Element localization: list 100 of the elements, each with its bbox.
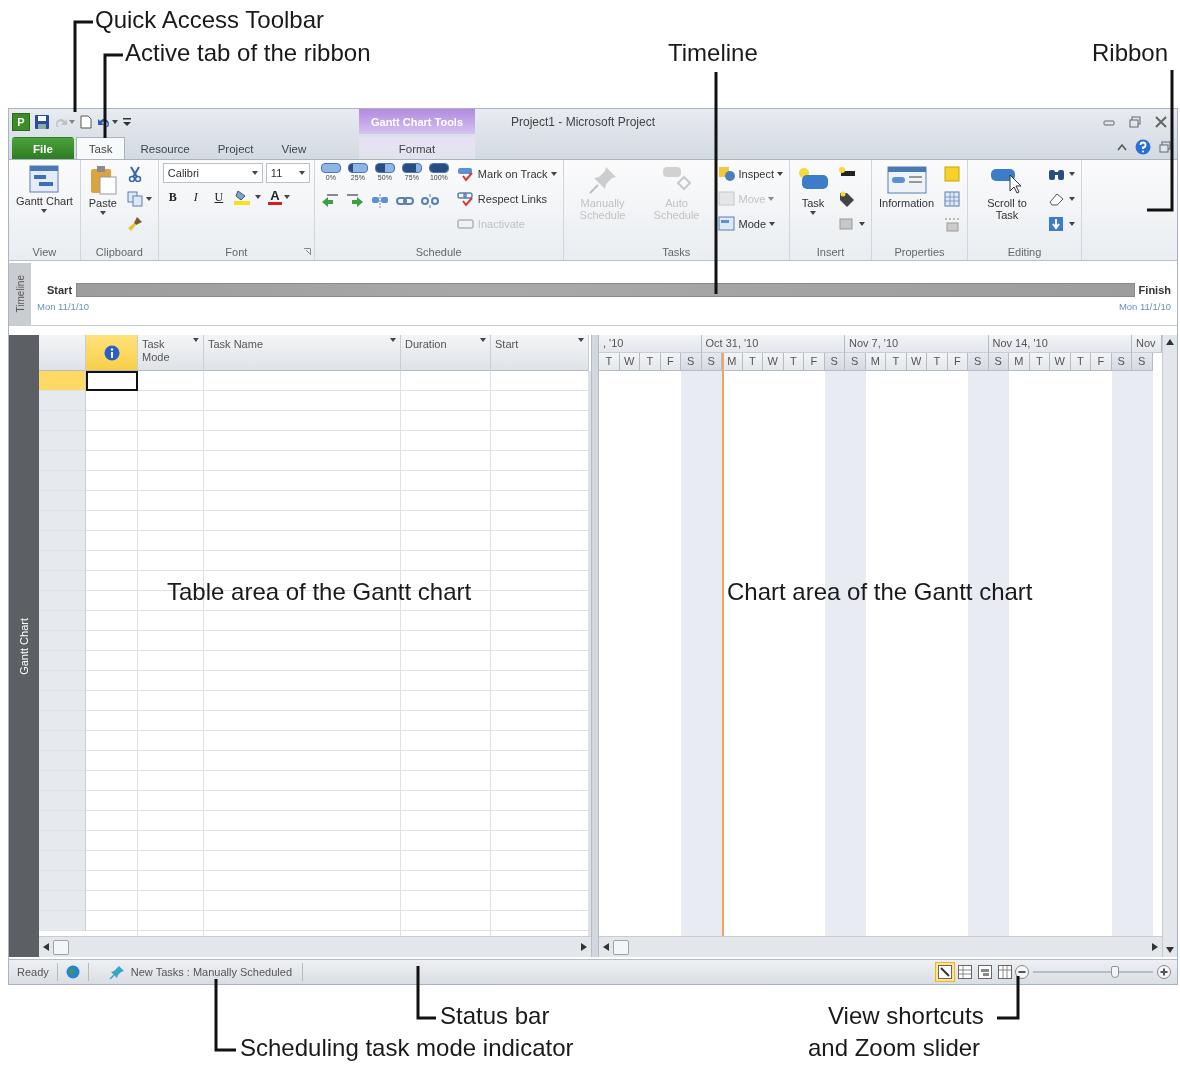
row-header[interactable]: [39, 871, 86, 891]
timescale-cell: T: [783, 353, 804, 371]
row-header[interactable]: [39, 691, 86, 711]
timescale-cell: S: [968, 353, 989, 371]
caret-icon: [298, 171, 305, 175]
callout-label: Chart area of the Gantt chart: [727, 578, 1033, 606]
horizontal-scrollbar[interactable]: [39, 936, 591, 957]
format-button[interactable]: B: [162, 186, 183, 208]
row-header[interactable]: [39, 511, 86, 531]
scroll-thumb[interactable]: [53, 939, 69, 955]
ribbon-button[interactable]: Scroll to Task: [972, 163, 1043, 223]
row-header[interactable]: [39, 791, 86, 811]
format-button[interactable]: U: [208, 186, 229, 208]
task-bar-check-icon: [456, 166, 475, 182]
timescale-cell: S: [845, 353, 866, 371]
ribbon-tab[interactable]: Project: [204, 137, 267, 159]
task-mode-icon: [717, 216, 736, 232]
right-arrow-icon[interactable]: [1152, 943, 1158, 951]
row-header[interactable]: [39, 551, 86, 571]
information-window-icon: [886, 165, 927, 195]
zoom-out-button[interactable]: [1015, 965, 1029, 979]
column-header[interactable]: Task Name: [204, 335, 401, 371]
horizontal-scrollbar[interactable]: [599, 936, 1162, 957]
ribbon-button[interactable]: Paste: [84, 163, 121, 217]
outdent-icon: [320, 193, 339, 209]
row-header[interactable]: [39, 891, 86, 911]
ribbon-button[interactable]: Information: [876, 163, 938, 211]
group-label: Clipboard: [95, 246, 143, 258]
row-header[interactable]: [39, 631, 86, 651]
timeline-tab[interactable]: Timeline: [9, 263, 31, 325]
row-header[interactable]: [39, 531, 86, 551]
row-header[interactable]: [39, 831, 86, 851]
row-header[interactable]: [39, 671, 86, 691]
save-button[interactable]: [35, 114, 49, 129]
row-header[interactable]: [39, 611, 86, 631]
row-header[interactable]: [39, 811, 86, 831]
timescale-cell: M: [865, 353, 886, 371]
row-header[interactable]: [39, 911, 86, 931]
column-header[interactable]: Start: [491, 335, 589, 371]
timescale-cell: , '10: [599, 335, 702, 353]
row-header[interactable]: [39, 751, 86, 771]
pushpin-icon: [108, 965, 125, 979]
scroll-thumb[interactable]: [613, 939, 629, 955]
row-header[interactable]: [39, 471, 86, 491]
group-label: Editing: [1007, 246, 1042, 258]
new-document-button[interactable]: [80, 114, 92, 129]
row-header[interactable]: [39, 711, 86, 731]
selected-cell[interactable]: [86, 371, 138, 391]
document-icon: [80, 114, 92, 129]
caret-icon: [99, 211, 106, 215]
row-header[interactable]: [39, 771, 86, 791]
ribbon-button[interactable]: Respect Links: [454, 188, 549, 210]
view-shortcut-button[interactable]: [995, 962, 1015, 982]
ribbon-tab[interactable]: Resource: [127, 137, 203, 159]
left-arrow-icon[interactable]: [43, 943, 49, 951]
callout-label: View shortcuts: [828, 1002, 984, 1030]
callout-label: Status bar: [440, 1002, 550, 1030]
row-header[interactable]: [39, 451, 86, 471]
task-mode-button[interactable]: New Tasks : Manually Scheduled: [88, 963, 303, 981]
right-arrow-icon[interactable]: [581, 943, 587, 951]
zoom-in-button[interactable]: [1157, 965, 1171, 979]
view-shortcut-button[interactable]: [955, 962, 975, 982]
font-color-button[interactable]: A: [265, 186, 292, 208]
vertical-scrollbar[interactable]: [1162, 335, 1177, 957]
row-header[interactable]: [39, 431, 86, 451]
row-header[interactable]: [39, 571, 86, 591]
column-header[interactable]: [86, 335, 138, 371]
ribbon-button[interactable]: Mark on Track: [454, 163, 559, 185]
column-header[interactable]: Duration: [401, 335, 491, 371]
row-header[interactable]: [39, 851, 86, 871]
ribbon-tab[interactable]: View: [268, 137, 320, 159]
column-header[interactable]: Task Mode: [138, 335, 204, 371]
font-name-field[interactable]: Calibri: [162, 163, 263, 183]
caret-icon: [550, 172, 557, 176]
highlighter-icon: [233, 189, 252, 205]
ribbon-button[interactable]: Mode: [715, 213, 778, 235]
ribbon-tab[interactable]: Task: [75, 137, 126, 159]
customize-toolbar-button[interactable]: [123, 116, 131, 127]
row-header[interactable]: [39, 411, 86, 431]
format-button[interactable]: I: [185, 186, 206, 208]
callout-label: Timeline: [668, 39, 758, 67]
ribbon-button[interactable]: Gantt Chart: [13, 163, 76, 215]
row-header[interactable]: [39, 491, 86, 511]
view-shortcut-button[interactable]: [935, 962, 955, 982]
row-header[interactable]: [39, 731, 86, 751]
slider-thumb[interactable]: [1110, 966, 1119, 978]
up-arrow-icon[interactable]: [1166, 339, 1174, 345]
view-shortcut-button[interactable]: [975, 962, 995, 982]
timescale-cell: T: [1029, 353, 1050, 371]
ribbon-tab[interactable]: Format: [359, 137, 475, 159]
row-header[interactable]: [39, 591, 86, 611]
font-size-field[interactable]: 11: [265, 163, 310, 183]
ribbon-tab[interactable]: File: [12, 137, 74, 159]
ribbon-button[interactable]: Inspect: [715, 163, 785, 185]
left-arrow-icon[interactable]: [603, 943, 609, 951]
ribbon-button[interactable]: Task: [794, 163, 832, 217]
row-header[interactable]: [39, 651, 86, 671]
down-arrow-icon[interactable]: [1166, 947, 1174, 953]
dialog-launcher-icon: [303, 248, 311, 255]
resource-sheet-icon: [998, 965, 1012, 979]
